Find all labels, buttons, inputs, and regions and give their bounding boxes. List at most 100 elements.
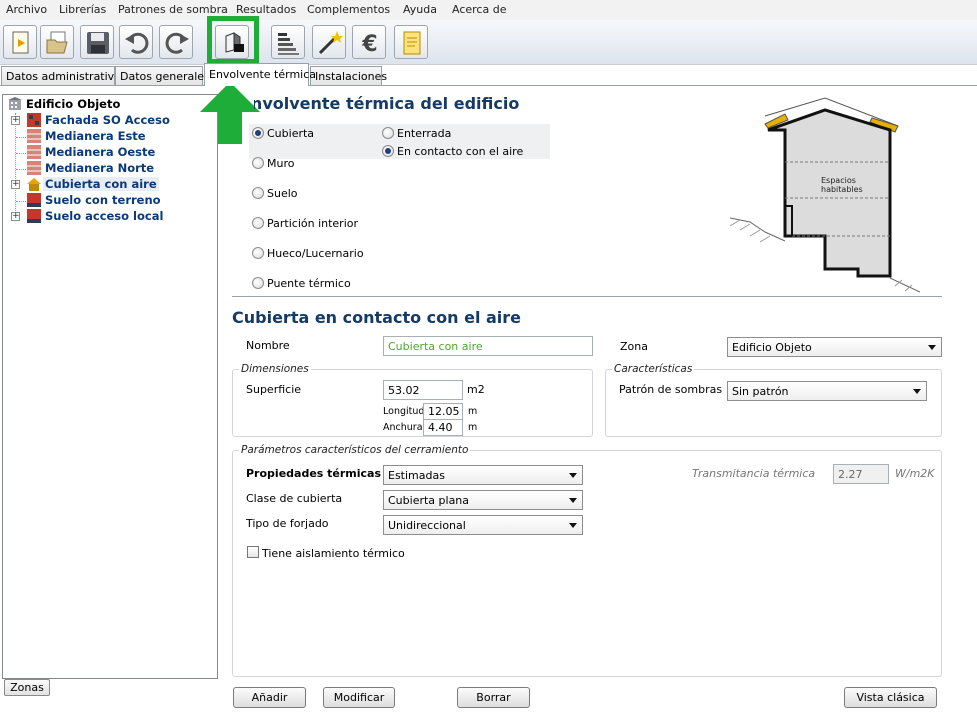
caracteristicas-group (605, 369, 942, 437)
menu-patrones-sombra[interactable]: Patrones de sombra (118, 3, 228, 16)
tab-datos-generales[interactable]: Datos generales (115, 66, 210, 85)
tipo-forjado-value: Unidireccional (388, 519, 466, 532)
vista-clasica-button[interactable]: Vista clásica (844, 687, 937, 708)
expand-icon[interactable]: + (11, 212, 20, 221)
chevron-down-icon (928, 345, 936, 350)
separator (232, 296, 942, 297)
parametros-title: Parámetros característicos del cerramien… (239, 444, 471, 456)
radio-cubierta[interactable] (252, 127, 264, 139)
aislamiento-label: Tiene aislamiento térmico (262, 547, 405, 560)
transmitancia-value: 2.27 (833, 464, 889, 484)
patron-sombras-label: Patrón de sombras (619, 383, 723, 396)
zonas-button[interactable]: Zonas (4, 679, 50, 696)
undo-icon (125, 32, 149, 54)
radio-enterrada[interactable] (382, 127, 394, 139)
diagram-label: Espacios (821, 176, 856, 185)
tab-instalaciones[interactable]: Instalaciones (310, 66, 387, 85)
menu-librerias[interactable]: Librerías (59, 3, 106, 16)
open-button[interactable] (40, 25, 74, 59)
tipo-forjado-label: Tipo de forjado (246, 517, 329, 530)
tree-item-label: Medianera Norte (45, 161, 155, 175)
undo-button[interactable] (119, 25, 153, 59)
calificacion-button[interactable] (271, 25, 305, 59)
tab-datos-administrativos[interactable]: Datos administrativos (1, 66, 127, 85)
svg-text:€: € (361, 32, 377, 56)
patron-sombras-select[interactable]: Sin patrón (727, 381, 927, 401)
wand-button[interactable] (312, 25, 346, 59)
modificar-button[interactable]: Modificar (323, 687, 395, 708)
radio-label-cubierta: Cubierta (267, 127, 315, 140)
redo-button[interactable] (159, 25, 193, 59)
tree-item-label: Suelo acceso local (45, 209, 164, 223)
tree-item-label: Medianera Oeste (45, 145, 156, 159)
superficie-unit: m2 (467, 383, 485, 396)
tree-item-label: Medianera Este (45, 129, 146, 143)
propiedades-termicas-value: Estimadas (388, 469, 445, 482)
expand-icon[interactable]: + (11, 180, 20, 189)
radio-suelo[interactable] (252, 187, 264, 199)
radio-puente[interactable] (252, 277, 264, 289)
propiedades-termicas-label: Propiedades térmicas (246, 467, 382, 480)
menu-ayuda[interactable]: Ayuda (403, 3, 437, 16)
nombre-input[interactable]: Cubierta con aire (383, 336, 593, 356)
radio-label-hueco: Hueco/Lucernario (267, 247, 364, 260)
building-tree: Edificio Objeto + Fachada SO Acceso Medi… (2, 94, 218, 679)
zona-select-value: Edificio Objeto (732, 341, 812, 354)
anadir-button[interactable]: Añadir (233, 687, 306, 708)
floor-icon (27, 209, 41, 223)
anchura-unit: m (468, 422, 478, 433)
menu-resultados[interactable]: Resultados (236, 3, 296, 16)
report-button[interactable] (394, 25, 428, 59)
tipo-forjado-select[interactable]: Unidireccional (383, 515, 583, 535)
menu-archivo[interactable]: Archivo (6, 3, 47, 16)
open-folder-icon (46, 31, 68, 54)
transmitancia-label: Transmitancia térmica (692, 467, 816, 480)
radio-particion[interactable] (252, 217, 264, 229)
radio-label-en-contacto-aire: En contacto con el aire (397, 145, 524, 158)
clase-cubierta-label: Clase de cubierta (246, 492, 343, 505)
tree-item-label: Cubierta con aire (43, 177, 159, 191)
party-wall-icon (27, 161, 41, 175)
longitud-input[interactable]: 12.05 (423, 403, 463, 420)
new-button[interactable] (3, 25, 37, 59)
patron-sombras-value: Sin patrón (732, 385, 789, 398)
save-button[interactable] (80, 25, 114, 59)
roof-icon (27, 178, 41, 191)
propiedades-termicas-select[interactable]: Estimadas (383, 465, 583, 485)
caracteristicas-title: Características (612, 363, 695, 375)
nombre-label: Nombre (246, 339, 290, 352)
zona-select[interactable]: Edificio Objeto (727, 337, 942, 357)
tree-guide (16, 153, 26, 154)
tree-item-label: Fachada SO Acceso (45, 113, 170, 127)
superficie-label: Superficie (246, 383, 302, 396)
clase-cubierta-value: Cubierta plana (388, 494, 470, 507)
radio-label-suelo: Suelo (267, 187, 298, 200)
parametros-group (232, 450, 942, 677)
redo-icon (165, 32, 189, 54)
tree-root-label: Edificio Objeto (26, 97, 121, 111)
dimensiones-title: Dimensiones (239, 363, 311, 375)
building-section-diagram: Espacios habitables (730, 97, 920, 293)
menu-acerca-de[interactable]: Acerca de (452, 3, 506, 16)
anchura-input[interactable]: 4.40 (423, 419, 463, 436)
save-disk-icon (87, 32, 109, 54)
radio-label-enterrada: Enterrada (397, 127, 452, 140)
aislamiento-checkbox[interactable] (247, 546, 259, 558)
expand-icon[interactable]: + (11, 116, 20, 125)
superficie-input[interactable]: 53.02 (383, 380, 463, 400)
zona-label: Zona (620, 340, 648, 353)
tab-envolvente-termica[interactable]: Envolvente térmica (204, 63, 316, 86)
menu-complementos[interactable]: Complementos (307, 3, 390, 16)
borrar-button[interactable]: Borrar (457, 687, 530, 708)
radio-muro[interactable] (252, 157, 264, 169)
radio-hueco[interactable] (252, 247, 264, 259)
radio-en-contacto-aire[interactable] (382, 145, 394, 157)
chevron-down-icon (569, 473, 577, 478)
envolvente-title: Envolvente térmica del edificio (240, 94, 520, 113)
menu-bar: Archivo Librerías Patrones de sombra Res… (0, 0, 977, 20)
magic-wand-icon (318, 31, 343, 55)
tree-guide (16, 137, 26, 138)
envolvente-button[interactable] (215, 25, 249, 59)
clase-cubierta-select[interactable]: Cubierta plana (383, 490, 583, 510)
euro-button[interactable]: € (352, 25, 386, 59)
